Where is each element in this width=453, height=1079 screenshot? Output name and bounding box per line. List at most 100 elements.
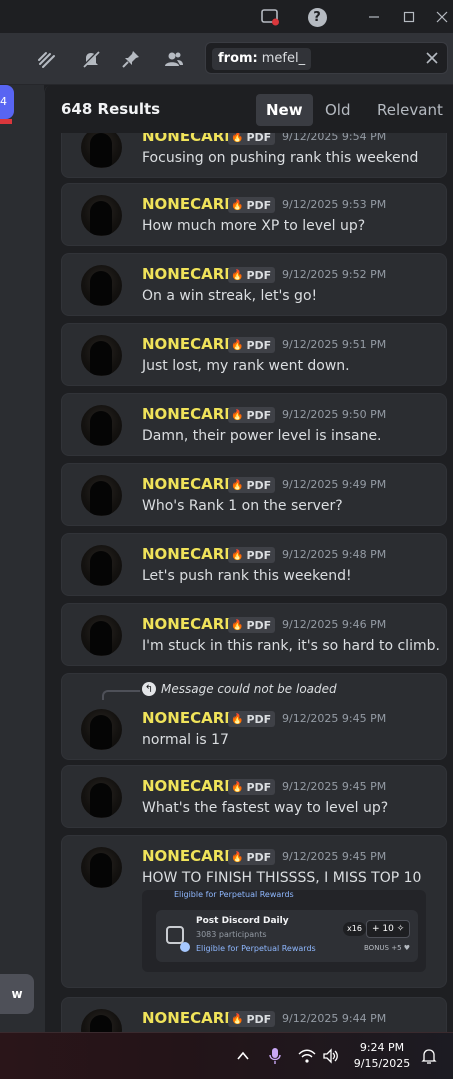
close-window-icon[interactable] [432, 7, 452, 27]
flame-icon: 🔥 [231, 269, 244, 281]
user-tag[interactable]: 🔥 PDF [228, 197, 276, 213]
message-text: How much more XP to level up? [142, 218, 366, 234]
search-result-card[interactable]: ↰ Message could not be loaded NONECARE 🔥 PDF… [61, 673, 447, 760]
user-tag[interactable]: 🔥 PDF [228, 547, 276, 563]
avatar[interactable] [81, 405, 122, 446]
sort-tab-relevant[interactable]: Relevant [367, 94, 453, 126]
search-input[interactable]: from: mefel_ [205, 42, 448, 74]
flame-icon: 🔥 [231, 781, 244, 793]
message-username[interactable]: NONECARE [142, 335, 235, 353]
message-text: Focusing on pushing rank this weekend [142, 150, 419, 166]
search-result-card[interactable]: NONECARE 🔥 PDF 9/12/2025 9:44 PM [61, 997, 447, 1032]
pinned-messages-icon[interactable] [120, 48, 142, 70]
message-text: Who's Rank 1 on the server? [142, 498, 343, 514]
avatar[interactable] [81, 847, 122, 888]
clock-date: 9/15/2025 [353, 1057, 411, 1070]
user-tag-label: PDF [246, 780, 272, 794]
message-username[interactable]: NONECARE [142, 265, 235, 283]
avatar[interactable] [81, 545, 122, 586]
search-result-card[interactable]: NONECARE 🔥 PDF 9/12/2025 9:45 PM HOW TO FINI… [61, 835, 447, 988]
flame-icon: 🔥 [231, 479, 244, 491]
sidebar-action-button[interactable]: w [0, 974, 34, 1014]
avatar[interactable] [81, 709, 122, 750]
screen-share-icon[interactable] [260, 7, 280, 27]
user-tag[interactable]: 🔥 PDF [228, 849, 276, 865]
message-username[interactable]: NONECARE [142, 195, 235, 213]
member-list-icon[interactable] [163, 48, 185, 70]
channel-toolbar: from: mefel_ [0, 33, 453, 85]
search-result-card[interactable]: NONECARE 🔥 PDF 9/12/2025 9:51 PM Just lost, … [61, 323, 447, 386]
quest-embed[interactable]: Eligible for Perpetual Rewards Post Disco… [142, 890, 426, 972]
user-tag[interactable]: 🔥 PDF [228, 1011, 276, 1027]
message-username[interactable]: NONECARE [142, 847, 235, 865]
search-result-card[interactable]: NONECARE 🔥 PDF 9/12/2025 9:46 PM I'm stuck i… [61, 603, 447, 666]
mute-notifications-icon[interactable] [80, 48, 102, 70]
clock-time: 9:24 PM [359, 1041, 405, 1054]
microphone-icon[interactable] [268, 1047, 282, 1065]
flame-icon: 🔥 [231, 339, 244, 351]
search-filter-chip[interactable]: from: mefel_ [212, 48, 312, 70]
os-taskbar: 9:24 PM 9/15/2025 [0, 1032, 453, 1079]
user-tag-label: PDF [246, 1012, 272, 1026]
avatar[interactable] [81, 127, 122, 168]
flame-icon: 🔥 [231, 549, 244, 561]
message-text: Just lost, my rank went down. [142, 358, 350, 374]
user-tag[interactable]: 🔥 PDF [228, 337, 276, 353]
avatar[interactable] [81, 1009, 122, 1032]
message-username[interactable]: NONECARE [142, 475, 235, 493]
message-text: Let's push rank this weekend! [142, 568, 352, 584]
sidebar-selected-badge[interactable]: 4 [0, 85, 14, 119]
search-result-card[interactable]: NONECARE 🔥 PDF 9/12/2025 9:45 PM What's the … [61, 765, 447, 828]
threads-icon[interactable] [36, 48, 58, 70]
avatar[interactable] [81, 195, 122, 236]
clock[interactable]: 9:24 PM 9/15/2025 [350, 1040, 414, 1072]
quest-participants: 3083 participants [196, 930, 267, 939]
user-tag[interactable]: 🔥 PDF [228, 779, 276, 795]
flame-icon: 🔥 [231, 619, 244, 631]
user-tag-label: PDF [246, 478, 272, 492]
minimize-icon[interactable] [364, 7, 384, 27]
search-result-card[interactable]: NONECARE 🔥 PDF 9/12/2025 9:49 PM Who's Rank … [61, 463, 447, 526]
quest-points-button[interactable]: + 10 ✧ [366, 920, 411, 938]
message-username[interactable]: NONECARE [142, 405, 235, 423]
message-text: I'm stuck in this rank, it's so hard to … [142, 638, 440, 654]
message-username[interactable]: NONECARE [142, 1009, 235, 1027]
notifications-bell-icon[interactable] [421, 1047, 437, 1065]
message-username[interactable]: NONECARE [142, 709, 235, 727]
sort-tab-new[interactable]: New [256, 94, 313, 126]
wifi-icon[interactable] [298, 1047, 316, 1065]
message-username[interactable]: NONECARE [142, 777, 235, 795]
reply-connector [102, 690, 140, 700]
user-tag-label: PDF [246, 548, 272, 562]
user-tag[interactable]: 🔥 PDF [228, 267, 276, 283]
quest-card[interactable]: Post Discord Daily 3083 participants Eligi… [156, 910, 418, 962]
user-tag[interactable]: 🔥 PDF [228, 407, 276, 423]
maximize-icon[interactable] [399, 7, 419, 27]
search-result-card[interactable]: NONECARE 🔥 PDF 9/12/2025 9:53 PM How much mo… [61, 183, 447, 246]
quest-title: Post Discord Daily [196, 916, 289, 926]
user-tag[interactable]: 🔥 PDF [228, 617, 276, 633]
avatar[interactable] [81, 777, 122, 818]
user-tag[interactable]: 🔥 PDF [228, 477, 276, 493]
volume-icon[interactable] [322, 1047, 340, 1065]
clear-search-icon[interactable] [423, 49, 441, 67]
message-username[interactable]: NONECARE [142, 615, 235, 633]
search-result-card[interactable]: NONECARE 🔥 PDF 9/12/2025 9:50 PM Damn, their… [61, 393, 447, 456]
heart-badge-icon [180, 942, 190, 952]
message-timestamp: 9/12/2025 9:50 PM [282, 408, 387, 421]
message-username[interactable]: NONECARE [142, 545, 235, 563]
avatar[interactable] [81, 265, 122, 306]
help-icon[interactable]: ? [307, 7, 327, 27]
message-timestamp: 9/12/2025 9:45 PM [282, 780, 387, 793]
search-result-card[interactable]: NONECARE 🔥 PDF 9/12/2025 9:52 PM On a win st… [61, 253, 447, 316]
chevron-up-icon[interactable] [236, 1047, 250, 1065]
user-tag[interactable]: 🔥 PDF [228, 711, 276, 727]
reply-preview[interactable]: ↰ Message could not be loaded [142, 682, 337, 696]
avatar[interactable] [81, 335, 122, 376]
avatar[interactable] [81, 615, 122, 656]
sort-tab-old[interactable]: Old [315, 94, 361, 126]
user-tag-label: PDF [246, 712, 272, 726]
avatar[interactable] [81, 475, 122, 516]
flame-icon: 🔥 [231, 851, 244, 863]
search-result-card[interactable]: NONECARE 🔥 PDF 9/12/2025 9:48 PM Let's push … [61, 533, 447, 596]
